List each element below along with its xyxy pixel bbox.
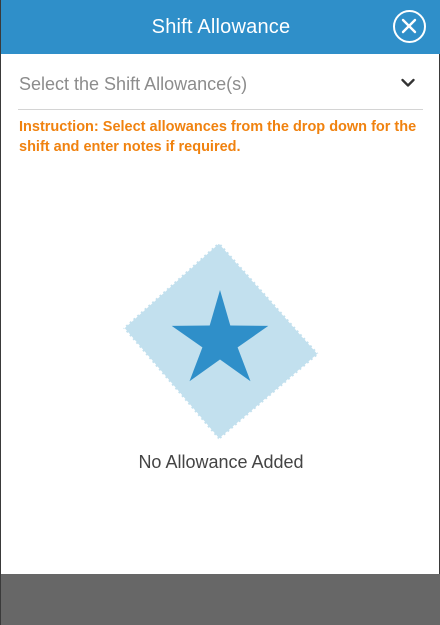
- dialog-header: Shift Allowance: [1, 0, 440, 54]
- empty-state-illustration: [121, 240, 321, 442]
- instruction-text: Instruction: Select allowances from the …: [19, 119, 417, 155]
- allowance-select[interactable]: Select the Shift Allowance(s): [18, 62, 423, 110]
- allowance-select-placeholder: Select the Shift Allowance(s): [19, 74, 248, 94]
- chevron-down-icon[interactable]: [401, 78, 415, 88]
- footer-bar: [1, 574, 440, 625]
- dialog-title: Shift Allowance: [151, 16, 291, 38]
- empty-state-label: No Allowance Added: [138, 452, 304, 472]
- allowance-dialog: Shift Allowance Select the Shift Allowan…: [0, 0, 440, 625]
- close-button[interactable]: [393, 10, 426, 43]
- close-icon: [401, 18, 417, 34]
